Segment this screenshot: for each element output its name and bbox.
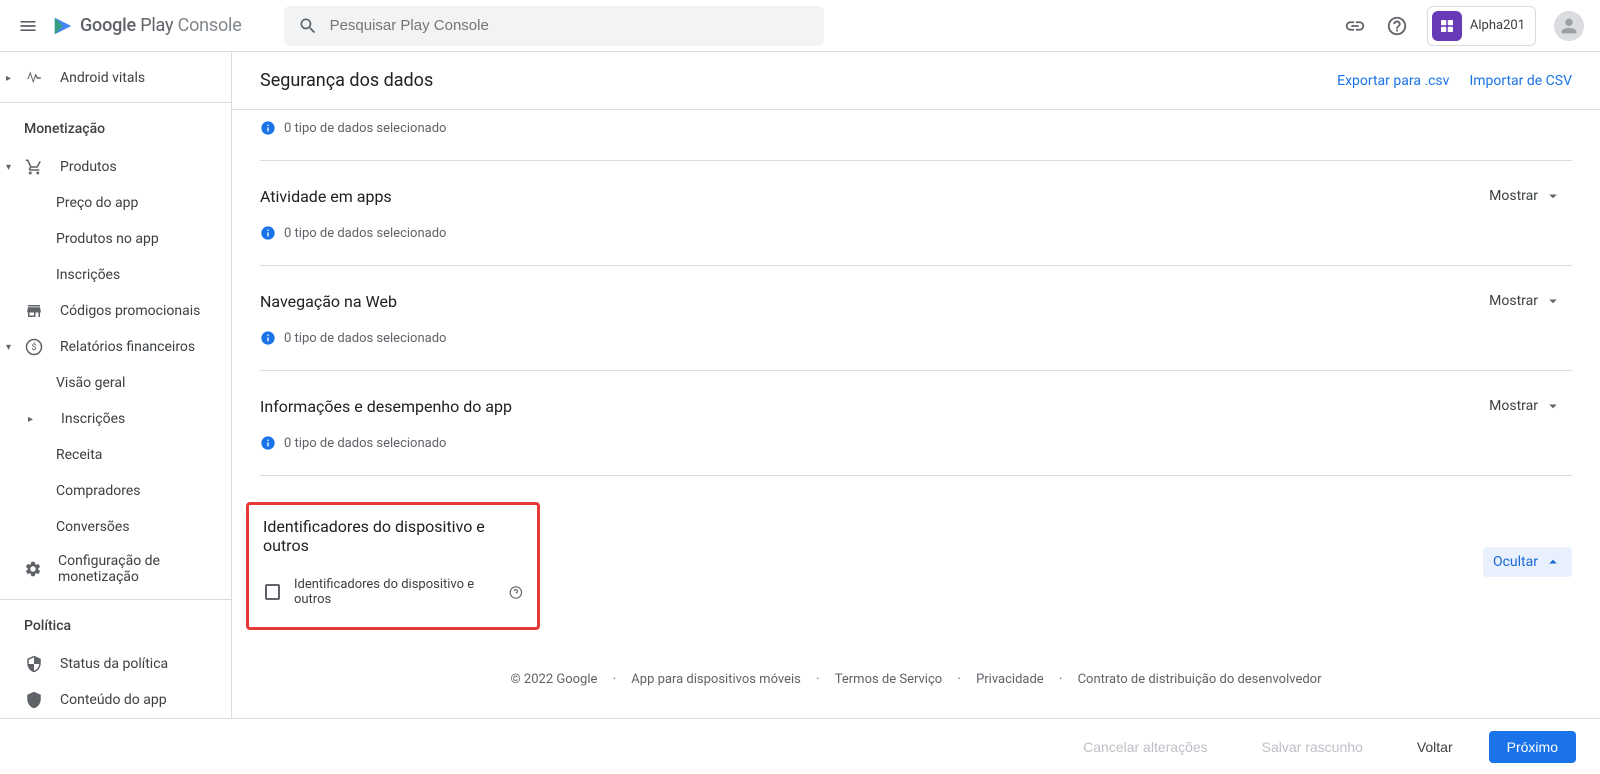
sidebar-item-label: Produtos <box>60 159 117 175</box>
search-input[interactable] <box>330 17 810 34</box>
footer-termos[interactable]: Termos de Serviço <box>835 672 942 687</box>
sidebar-item-label: Android vitals <box>60 70 145 86</box>
cancel-button[interactable]: Cancelar alterações <box>1065 731 1226 763</box>
section-title-atividade: Atividade em apps <box>260 187 392 206</box>
shield-icon <box>24 654 44 674</box>
sidebar-section-politica: Política <box>0 606 231 646</box>
account-chip[interactable]: Alpha201 <box>1427 6 1536 46</box>
sidebar-item-compradores[interactable]: Compradores <box>0 473 231 509</box>
toggle-show-info[interactable]: Mostrar <box>1479 391 1572 421</box>
footer-copyright: © 2022 Google <box>510 672 597 687</box>
sidebar-item-inscricoes2[interactable]: ▸ Inscrições <box>0 401 231 437</box>
footer-privacidade[interactable]: Privacidade <box>976 672 1044 687</box>
logo-text: Google Play Console <box>80 15 242 36</box>
sidebar-item-label: Conversões <box>56 519 130 535</box>
footer-links: © 2022 Google · App para dispositivos mó… <box>260 648 1572 711</box>
chevron-down-icon: ▾ <box>6 162 11 173</box>
gear-icon <box>24 559 42 579</box>
sidebar-item-visao[interactable]: Visão geral <box>0 365 231 401</box>
chevron-down-icon: ▾ <box>6 342 11 353</box>
toggle-show-atividade[interactable]: Mostrar <box>1479 181 1572 211</box>
section-title-identificadores: Identificadores do dispositivo e outros <box>263 517 523 555</box>
sidebar-item-produtos-app[interactable]: Produtos no app <box>0 221 231 257</box>
info-text: 0 tipo de dados selecionado <box>284 121 446 136</box>
sidebar-item-label: Produtos no app <box>56 231 159 247</box>
sidebar-item-receita[interactable]: Receita <box>0 437 231 473</box>
menu-icon[interactable] <box>16 14 40 38</box>
export-csv-link[interactable]: Exportar para .csv <box>1337 73 1449 89</box>
sidebar-item-label: Relatórios financeiros <box>60 339 195 355</box>
section-title-navegacao: Navegação na Web <box>260 292 397 311</box>
chevron-down-icon <box>1544 187 1562 205</box>
sidebar-item-produtos[interactable]: ▾ Produtos <box>0 149 231 185</box>
play-logo-icon <box>52 15 74 37</box>
avatar[interactable] <box>1554 11 1584 41</box>
sidebar-item-label: Configuração de monetização <box>58 553 207 585</box>
cart-icon <box>24 157 44 177</box>
sidebar-item-android-vitals[interactable]: ▸ Android vitals <box>0 60 231 96</box>
chevron-up-icon <box>1544 553 1562 571</box>
back-button[interactable]: Voltar <box>1399 731 1471 763</box>
store-icon <box>24 301 44 321</box>
checkbox-label: Identificadores do dispositivo e outros <box>294 577 495 607</box>
sidebar-item-label: Status da política <box>60 656 168 672</box>
sidebar-item-inscricoes[interactable]: Inscrições <box>0 257 231 293</box>
account-badge-icon <box>1432 11 1462 41</box>
toggle-hide-identificadores[interactable]: Ocultar <box>1483 547 1572 577</box>
highlighted-section: Identificadores do dispositivo e outros … <box>246 502 540 630</box>
account-name: Alpha201 <box>1470 18 1525 33</box>
save-draft-button[interactable]: Salvar rascunho <box>1244 731 1381 763</box>
info-icon <box>260 435 276 451</box>
footer-contrato[interactable]: Contrato de distribuição do desenvolvedo… <box>1078 672 1322 687</box>
sidebar-item-codigos[interactable]: Códigos promocionais <box>0 293 231 329</box>
info-icon <box>260 120 276 136</box>
next-button[interactable]: Próximo <box>1489 731 1576 763</box>
vitals-icon <box>24 68 44 88</box>
sidebar-item-label: Conteúdo do app <box>60 692 167 708</box>
chevron-down-icon <box>1544 397 1562 415</box>
info-text: 0 tipo de dados selecionado <box>284 436 446 451</box>
info-text: 0 tipo de dados selecionado <box>284 226 446 241</box>
info-icon <box>260 330 276 346</box>
chevron-down-icon <box>1544 292 1562 310</box>
sidebar-item-preco[interactable]: Preço do app <box>0 185 231 221</box>
sidebar-item-status[interactable]: Status da política <box>0 646 231 682</box>
sidebar-item-label: Inscrições <box>61 411 125 427</box>
sidebar-item-label: Compradores <box>56 483 140 499</box>
sidebar-item-config[interactable]: Configuração de monetização <box>0 545 231 593</box>
link-icon[interactable] <box>1343 14 1367 38</box>
page-title: Segurança dos dados <box>260 70 433 91</box>
sidebar-section-monetizacao: Monetização <box>0 109 231 149</box>
sidebar-item-label: Visão geral <box>56 375 125 391</box>
svg-text:$: $ <box>31 342 36 353</box>
sidebar-item-label: Preço do app <box>56 195 138 211</box>
help-question-icon[interactable] <box>509 585 523 600</box>
section-title-info-desempenho: Informações e desempenho do app <box>260 397 512 416</box>
footer-app-mobile[interactable]: App para dispositivos móveis <box>631 672 801 687</box>
sidebar: ▸ Android vitals Monetização ▾ Produtos … <box>0 52 232 718</box>
import-csv-link[interactable]: Importar de CSV <box>1469 73 1572 89</box>
help-icon[interactable] <box>1385 14 1409 38</box>
logo[interactable]: Google Play Console <box>52 15 242 37</box>
chevron-right-icon: ▸ <box>28 414 33 425</box>
sidebar-item-label: Códigos promocionais <box>60 303 200 319</box>
sidebar-item-conversoes[interactable]: Conversões <box>0 509 231 545</box>
sidebar-item-label: Receita <box>56 447 102 463</box>
sidebar-item-relatorios[interactable]: ▾ $ Relatórios financeiros <box>0 329 231 365</box>
info-icon <box>260 225 276 241</box>
money-icon: $ <box>24 337 44 357</box>
sidebar-item-label: Inscrições <box>56 267 120 283</box>
bottom-bar: Cancelar alterações Salvar rascunho Volt… <box>0 718 1600 774</box>
checkbox-identificadores[interactable] <box>265 584 280 600</box>
sidebar-item-conteudo[interactable]: Conteúdo do app <box>0 682 231 718</box>
chevron-right-icon: ▸ <box>6 73 11 84</box>
info-text: 0 tipo de dados selecionado <box>284 331 446 346</box>
shield-icon <box>24 690 44 710</box>
toggle-show-navegacao[interactable]: Mostrar <box>1479 286 1572 316</box>
search-box[interactable] <box>284 6 824 46</box>
search-icon <box>298 16 318 36</box>
